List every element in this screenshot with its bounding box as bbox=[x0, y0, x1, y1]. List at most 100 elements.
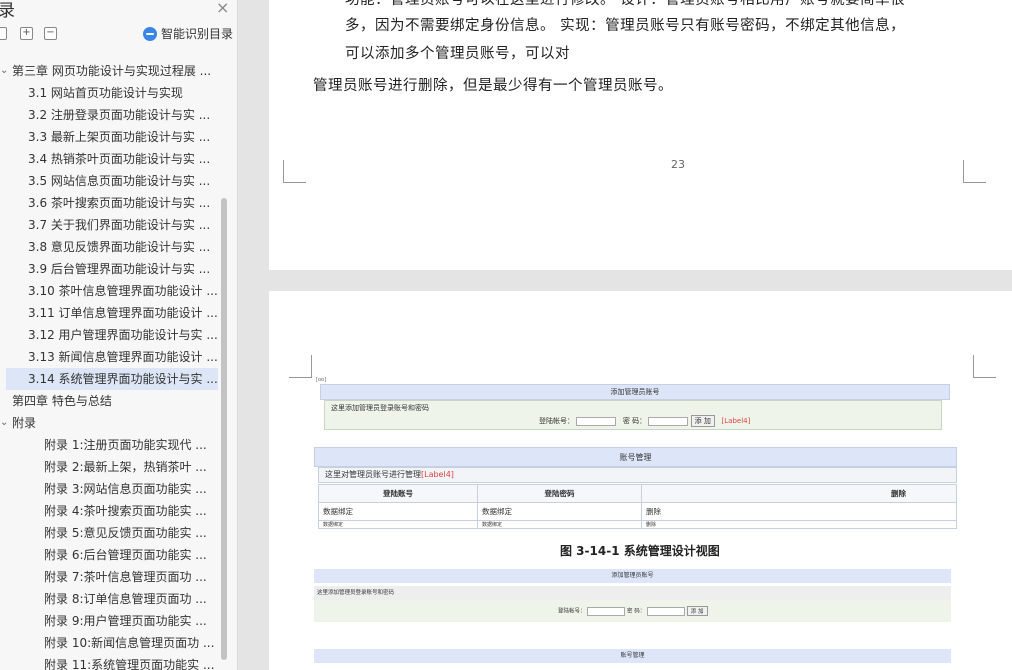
figure-screenshot: 添加管理员账号 这里添加管理员登录账号和密码 登陆帐号： 密 码： 添 加 账号… bbox=[314, 569, 957, 670]
close-icon[interactable]: × bbox=[216, 0, 229, 17]
toc-item[interactable]: 附录 3:网站信息页面功能实 ... bbox=[0, 478, 218, 500]
body-text-line: 多，因为不需要绑定身份信息。 实现：管理员账号只有账号密码，不绑定其他信息， bbox=[345, 18, 906, 34]
login-label: 登陆帐号： bbox=[539, 417, 574, 425]
add-admin-hint: 这里添加管理员登录账号和密码 bbox=[314, 586, 951, 600]
toc-item[interactable]: 附录 8:订单信息管理页面功 ... bbox=[0, 588, 218, 610]
toc-item-label: 3.9 后台管理界面功能设计与实 ... bbox=[28, 262, 211, 276]
toc-item[interactable]: 3.11 订单信息管理界面功能设计 ... bbox=[0, 302, 218, 324]
toc-item-label: 附录 4:茶叶搜索页面功能实 ... bbox=[44, 504, 207, 518]
toc-item[interactable]: 3.1 网站首页功能设计与实现 bbox=[0, 82, 218, 104]
toc-item[interactable]: 3.10 茶叶信息管理界面功能设计 ... bbox=[0, 280, 218, 302]
column-header: 登陆账号 bbox=[318, 484, 478, 503]
toc-item-label: 3.4 热销茶叶页面功能设计与实 ... bbox=[28, 152, 211, 166]
toc-item[interactable]: 附录 9:用户管理页面功能实 ... bbox=[0, 610, 218, 632]
toc-item-label: 3.12 用户管理界面功能设计与实 ... bbox=[28, 328, 218, 342]
toc-item-label: 3.11 订单信息管理界面功能设计 ... bbox=[28, 306, 218, 320]
toc-item-label: 附录 7:茶叶信息管理页面功 ... bbox=[44, 570, 207, 584]
toc-item[interactable]: 3.6 茶叶搜索页面功能设计与实 ... bbox=[0, 192, 218, 214]
toc-item-label: 3.8 意见反馈界面功能设计与实 ... bbox=[28, 240, 211, 254]
account-manage-header: 账号管理 bbox=[314, 447, 957, 467]
toc-item[interactable]: 附录 11:系统管理页面功能实 ... bbox=[0, 654, 218, 670]
add-admin-panel: 登陆帐号： 密 码： 添 加 bbox=[314, 600, 951, 622]
toc-item-label: 附录 8:订单信息管理页面功 ... bbox=[44, 592, 207, 606]
toc-sidebar: 录 × + − 智能识别目录 ⌄ 第三章 网页功能设计与实现过程展 ... 3.1 … bbox=[0, 0, 238, 670]
figure-corner-label: [oo] bbox=[316, 377, 327, 383]
toc-item-label: 3.14 系统管理界面功能设计与实 ... bbox=[28, 372, 218, 386]
toc-item-label: 附录 5:意见反馈页面功能实 ... bbox=[44, 526, 207, 540]
toc-item[interactable]: ⌄ 附录 bbox=[0, 412, 218, 434]
smart-toc-label: 智能识别目录 bbox=[161, 27, 234, 41]
add-admin-header: 添加管理员账号 bbox=[320, 384, 950, 400]
add-admin-header: 添加管理员账号 bbox=[314, 569, 951, 583]
toc-item[interactable]: 第四章 特色与总结 bbox=[0, 390, 218, 412]
add-button[interactable]: 添 加 bbox=[686, 606, 708, 616]
toc-item[interactable]: 3.8 意见反馈界面功能设计与实 ... bbox=[0, 236, 218, 258]
table-cell: 数据绑定 bbox=[318, 502, 478, 521]
toc-item[interactable]: 3.2 注册登录页面功能设计与实 ... bbox=[0, 104, 218, 126]
toc-item-label: 3.7 关于我们界面功能设计与实 ... bbox=[28, 218, 211, 232]
toc-item-label: 3.10 茶叶信息管理界面功能设计 ... bbox=[28, 284, 218, 298]
toc-item[interactable]: 3.3 最新上架页面功能设计与实 ... bbox=[0, 126, 218, 148]
column-header: 登陆密码 bbox=[477, 484, 642, 503]
account-manage-hint: 这里对管理员账号进行管理 bbox=[325, 470, 421, 479]
document-page: [oo] 添加管理员账号 这里添加管理员登录账号和密码 登陆帐号： 密 码： 添… bbox=[269, 291, 1012, 670]
toc-item[interactable]: 3.13 新闻信息管理界面功能设计 ... bbox=[0, 346, 218, 368]
chevron-down-icon[interactable]: ⌄ bbox=[0, 412, 8, 434]
toc-item-label: 附录 1:注册页面功能实现代 ... bbox=[44, 438, 207, 452]
figure-caption: 图 3-14-1 系统管理设计视图 bbox=[560, 544, 720, 558]
document-page: 功能：管理员账号可以在这里进行修改。 设计：管理员账号相比用户账号就要简单很 多… bbox=[269, 0, 1012, 270]
column-header: 删除 bbox=[641, 484, 957, 503]
toc-item[interactable]: 附录 4:茶叶搜索页面功能实 ... bbox=[0, 500, 218, 522]
toc-item[interactable]: 3.14 系统管理界面功能设计与实 ... bbox=[6, 368, 218, 390]
body-text-line: 可以添加多个管理员账号，可以对 bbox=[345, 46, 570, 62]
sidebar-title: 录 bbox=[0, 0, 15, 21]
account-manage-header: 账号管理 bbox=[314, 649, 951, 663]
smart-toc-button[interactable]: 智能识别目录 bbox=[143, 25, 233, 42]
toc-item[interactable]: 3.5 网站信息页面功能设计与实 ... bbox=[0, 170, 218, 192]
toc-scrollbar[interactable] bbox=[221, 198, 227, 660]
add-admin-hint: 这里添加管理员登录账号和密码 bbox=[331, 404, 429, 412]
table-cell[interactable]: 删除 bbox=[641, 520, 957, 529]
page-number: 23 bbox=[671, 158, 685, 171]
toc-item-label: 第三章 网页功能设计与实现过程展 ... bbox=[12, 64, 212, 78]
toc-item[interactable]: ⌄ 第三章 网页功能设计与实现过程展 ... bbox=[0, 60, 218, 82]
toc-item[interactable]: 附录 2:最新上架，热销茶叶 ... bbox=[0, 456, 218, 478]
label-tag: [Label4] bbox=[421, 470, 454, 479]
expand-all-button[interactable]: + bbox=[20, 27, 33, 40]
table-row: 数据绑定 数据绑定 删除 bbox=[318, 502, 957, 521]
toc-item-label: 附录 bbox=[12, 416, 37, 430]
figure-screenshot: [oo] 添加管理员账号 这里添加管理员登录账号和密码 登陆帐号： 密 码： 添… bbox=[314, 377, 957, 530]
toc-item-label: 3.1 网站首页功能设计与实现 bbox=[28, 86, 183, 100]
toc-item[interactable]: 附录 10:新闻信息管理页面功 ... bbox=[0, 632, 218, 654]
toc-item-label: 3.2 注册登录页面功能设计与实 ... bbox=[28, 108, 211, 122]
toc-item[interactable]: 3.7 关于我们界面功能设计与实 ... bbox=[0, 214, 218, 236]
add-admin-panel: 这里添加管理员登录账号和密码 登陆帐号： 密 码： 添 加 [Label4] bbox=[324, 400, 942, 430]
toc-item-label: 附录 3:网站信息页面功能实 ... bbox=[44, 482, 207, 496]
toc-item[interactable]: 附录 1:注册页面功能实现代 ... bbox=[0, 434, 218, 456]
add-button[interactable]: 添 加 bbox=[690, 415, 715, 427]
login-label: 登陆帐号： bbox=[558, 608, 586, 615]
password-label: 密 码： bbox=[627, 608, 646, 615]
collapse-all-button[interactable]: − bbox=[44, 27, 57, 40]
toc-item-label: 3.6 茶叶搜索页面功能设计与实 ... bbox=[28, 196, 211, 210]
document-viewer: 功能：管理员账号可以在这里进行修改。 设计：管理员账号相比用户账号就要简单很 多… bbox=[239, 0, 1012, 670]
toc-item[interactable]: 3.12 用户管理界面功能设计与实 ... bbox=[0, 324, 218, 346]
toc-item[interactable]: 附录 5:意见反馈页面功能实 ... bbox=[0, 522, 218, 544]
password-input[interactable] bbox=[647, 606, 686, 616]
table-cell[interactable]: 删除 bbox=[641, 502, 957, 521]
toc-item[interactable]: 3.9 后台管理界面功能设计与实 ... bbox=[0, 258, 218, 280]
login-input[interactable] bbox=[576, 416, 617, 426]
toc-item[interactable]: 附录 6:后台管理页面功能实 ... bbox=[0, 544, 218, 566]
admin-account-table: 登陆账号 登陆密码 删除 数据绑定 数据绑定 删除 数据绑定 数据绑定 删除 bbox=[318, 484, 957, 529]
table-header-row: 登陆账号 登陆密码 删除 bbox=[318, 484, 957, 503]
password-input[interactable] bbox=[648, 416, 689, 426]
chevron-down-icon[interactable]: ⌄ bbox=[0, 60, 8, 82]
toc-item[interactable]: 附录 7:茶叶信息管理页面功 ... bbox=[0, 566, 218, 588]
toc-item[interactable]: 3.4 热销茶叶页面功能设计与实 ... bbox=[0, 148, 218, 170]
toc-item-label: 附录 2:最新上架，热销茶叶 ... bbox=[44, 460, 207, 474]
collapse-all-icon[interactable] bbox=[0, 27, 7, 40]
toc-item-label: 3.3 最新上架页面功能设计与实 ... bbox=[28, 130, 211, 144]
toc-item-label: 第四章 特色与总结 bbox=[12, 394, 112, 408]
label-tag: [Label4] bbox=[721, 417, 751, 425]
login-input[interactable] bbox=[587, 606, 626, 616]
